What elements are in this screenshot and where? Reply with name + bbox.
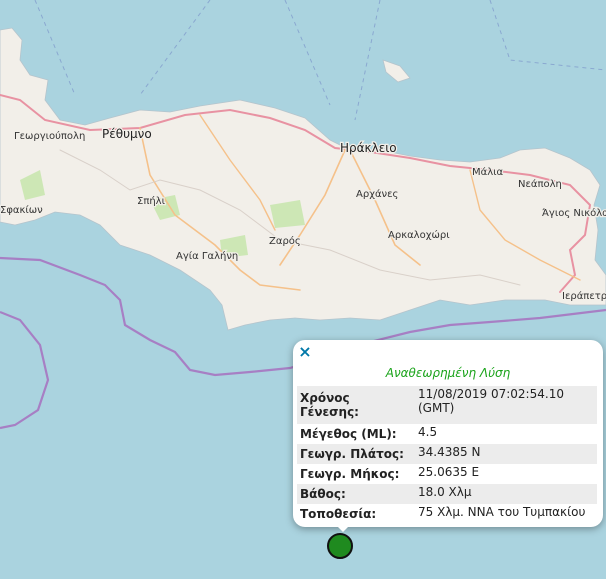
close-icon[interactable]: × bbox=[298, 344, 312, 360]
table-row: Γεωγρ. Μήκος: 25.0635 E bbox=[297, 464, 597, 484]
table-row: Βάθος: 18.0 Χλμ bbox=[297, 484, 597, 504]
table-row: Χρόνος Γένεσης: 11/08/2019 07:02:54.10 (… bbox=[297, 386, 597, 424]
place-label: Ζαρός bbox=[269, 235, 301, 247]
earthquake-marker-icon[interactable] bbox=[327, 533, 353, 559]
row-key: Γεωγρ. Πλάτος: bbox=[297, 444, 415, 464]
place-label: Γεωργιούπολη bbox=[14, 130, 85, 142]
popup-title: Αναθεωρημένη Λύση bbox=[385, 366, 511, 380]
table-row: Μέγεθος (ML): 4.5 bbox=[297, 424, 597, 444]
popup-tip bbox=[331, 520, 355, 532]
place-label: Ηράκλειο bbox=[340, 141, 397, 155]
row-value: 4.5 bbox=[418, 425, 438, 439]
row-value: 34.4385 N bbox=[415, 444, 597, 464]
place-label: Αγία Γαλήνη bbox=[176, 250, 238, 262]
earthquake-popup: × Αναθεωρημένη Λύση Χρόνος Γένεσης: 11/0… bbox=[293, 340, 603, 527]
place-label: Σπήλι bbox=[137, 195, 166, 207]
place-label: Ρέθυμνο bbox=[102, 127, 152, 141]
row-key: Τοποθεσία: bbox=[300, 507, 377, 521]
row-value: 75 Χλμ. ΝΝΑ του Τυμπακίου bbox=[418, 505, 586, 519]
row-value: 25.0635 E bbox=[418, 465, 480, 479]
row-key: Βάθος: bbox=[297, 484, 415, 504]
table-row: Γεωγρ. Πλάτος: 34.4385 N bbox=[297, 444, 597, 464]
place-label: Μάλια bbox=[472, 166, 504, 178]
place-label: Αρκαλοχώρι bbox=[388, 229, 450, 241]
earthquake-info-table: Χρόνος Γένεσης: 11/08/2019 07:02:54.10 (… bbox=[297, 386, 597, 524]
place-label: Ιεράπετρα bbox=[562, 290, 606, 302]
place-label: Νεάπολη bbox=[518, 178, 562, 190]
row-key: Χρόνος Γένεσης: bbox=[297, 386, 415, 424]
row-key: Γεωγρ. Μήκος: bbox=[300, 467, 400, 481]
place-label: Αρχάνες bbox=[356, 188, 398, 200]
place-label: Άγιος Νικόλαος bbox=[542, 207, 606, 219]
row-value: 11/08/2019 07:02:54.10 (GMT) bbox=[415, 386, 597, 424]
row-key: Μέγεθος (ML): bbox=[300, 427, 397, 441]
row-value: 18.0 Χλμ bbox=[415, 484, 597, 504]
place-label: Σφακίων bbox=[0, 204, 43, 216]
